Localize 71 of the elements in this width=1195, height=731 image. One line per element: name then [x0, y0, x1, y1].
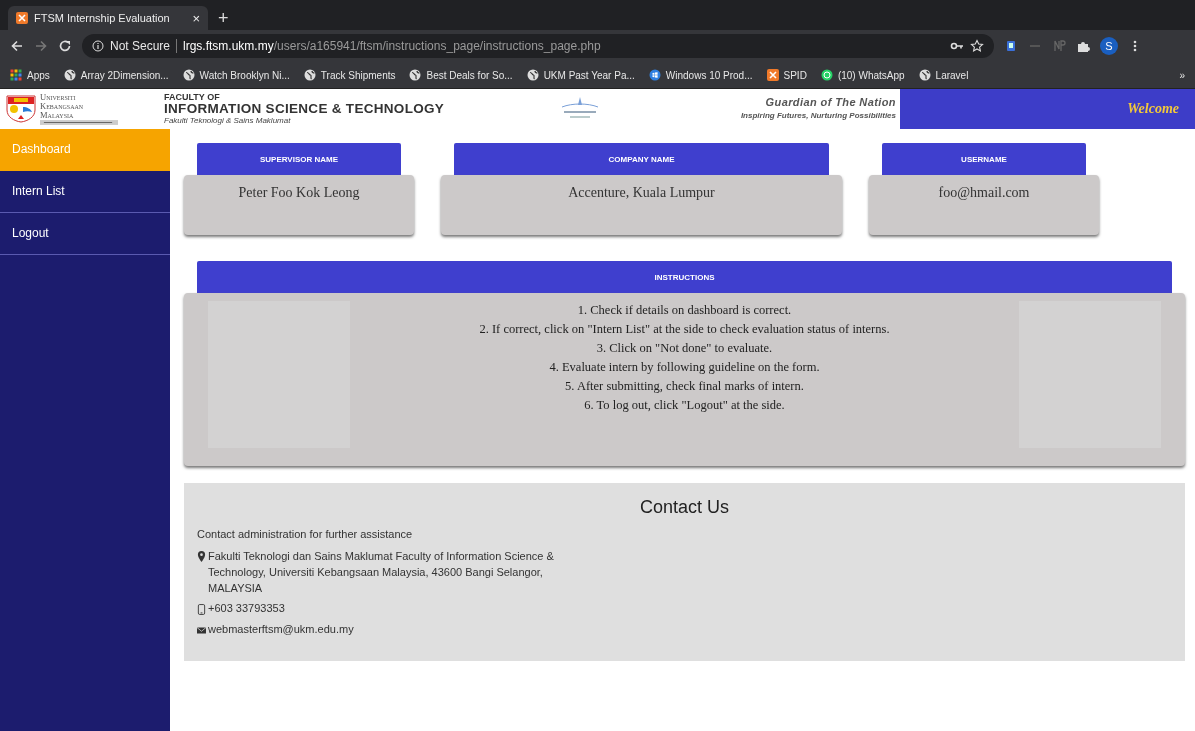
windows-logo-icon [648, 69, 661, 81]
map-pin-icon [197, 551, 206, 562]
instruction-step: 2. If correct, click on "Intern List" at the side to check evaluation status of interns. [479, 320, 890, 339]
contact-intro: Contact administration for further assistance [197, 528, 414, 540]
whatsapp-icon [820, 69, 833, 81]
contact-address: Fakulti Teknologi dan Sains Maklumat Faculty of Information Science & Technology, Universiti Kebangsaan Malaysia, 43600 Bangi Selangor, MALAYSIA [208, 549, 555, 596]
university-name: Universiti [40, 93, 77, 102]
university-name: Malaysia [40, 111, 75, 120]
instruction-step: 3. Click on "Not done" to evaluate. [596, 339, 773, 358]
bookmark-link[interactable]: Best Deals for So... [409, 69, 513, 81]
contact-phone: +603 33793353 [208, 602, 285, 614]
faculty-label: FACULTY OF [164, 91, 221, 103]
more-bookmarks-button[interactable]: » [1179, 69, 1185, 81]
globe-icon [918, 69, 931, 81]
globe-icon [409, 69, 422, 81]
status-logo-drawing [560, 97, 600, 121]
address-bar[interactable]: Not Secure lrgs.ftsm.ukm.my/users/a165941/ftsm/instructions_page/instructions_page.php [82, 34, 994, 58]
apps-grid-icon [10, 69, 22, 81]
tagline: Inspiring Futures, Nurturing Possibilities [740, 110, 896, 122]
card-header: USERNAME [882, 143, 1086, 175]
contact-email: webmasterftsm@ukm.edu.my [208, 623, 354, 635]
bookmark-link[interactable]: Laravel [918, 69, 969, 81]
contact-title: Contact Us [638, 497, 730, 518]
sidebar-item[interactable]: Logout [0, 213, 170, 255]
url-text: lrgs.ftsm.ukm.my/users/a165941/ftsm/instructions_page/instructions_page.php [183, 39, 601, 53]
close-tab-button[interactable]: × [192, 10, 200, 26]
bookmark-link[interactable]: UKM Past Year Pa... [526, 69, 635, 81]
reload-icon[interactable] [58, 39, 72, 53]
bookmark-link[interactable]: Watch Brooklyn Ni... [182, 69, 290, 81]
card-header: INSTRUCTIONS [197, 261, 1172, 293]
card-header: SUPERVISOR NAME [197, 143, 401, 175]
motto: Guardian of The Nation [765, 96, 896, 109]
card-header: COMPANY NAME [454, 143, 829, 175]
card-value: Accenture, Kuala Lumpur [568, 185, 715, 202]
instruction-step: 1. Check if details on dashboard is correct. [577, 301, 792, 320]
puzzle-icon[interactable] [1076, 39, 1090, 53]
xampp-favicon-icon [16, 12, 28, 24]
card-value: foo@hmail.com [938, 185, 1030, 202]
envelope-icon [197, 625, 206, 636]
bookmark-link[interactable]: Track Shipments [303, 69, 396, 81]
sidebar-item[interactable]: Intern List [0, 171, 170, 213]
instruction-step: 6. To log out, click "Logout" at the side. [584, 396, 785, 415]
welcome-text: Welcome [1127, 101, 1179, 117]
bookmark-link[interactable]: Windows 10 Prod... [648, 69, 753, 81]
bookmark-link[interactable]: Apps [10, 69, 50, 81]
instruction-step: 5. After submitting, check final marks of intern. [565, 377, 804, 396]
globe-icon [182, 69, 195, 81]
extension-icon[interactable] [1004, 39, 1018, 53]
star-icon[interactable] [970, 39, 984, 53]
bookmark-link[interactable]: (10) WhatsApp [820, 69, 905, 81]
instruction-step: 4. Evaluate intern by following guideline on the form. [549, 358, 820, 377]
bookmark-link[interactable]: Array 2Dimension... [63, 69, 169, 81]
profile-avatar[interactable]: S [1100, 37, 1118, 55]
globe-icon [303, 69, 316, 81]
phone-icon [197, 604, 206, 615]
university-crest-icon [6, 95, 36, 123]
info-icon [92, 40, 104, 52]
bookmark-link[interactable]: SPID [766, 69, 807, 81]
card-value: Peter Foo Kok Leong [238, 185, 360, 202]
faculty-malay-name: Fakulti Teknologi & Sains Maklumat [164, 115, 292, 127]
xampp-icon [766, 69, 779, 81]
new-tab-button[interactable]: + [218, 6, 229, 30]
globe-icon [63, 69, 76, 81]
globe-icon [526, 69, 539, 81]
browser-tab[interactable]: FTSM Internship Evaluation × [8, 6, 208, 30]
security-label: Not Secure [110, 39, 171, 53]
back-arrow-icon[interactable] [10, 39, 24, 53]
tab-title: FTSM Internship Evaluation [34, 12, 171, 24]
university-name: Kebangsaan [40, 102, 85, 111]
faculty-name: INFORMATION SCIENCE & TECHNOLOGY [164, 103, 446, 115]
forward-arrow-icon[interactable] [34, 39, 48, 53]
